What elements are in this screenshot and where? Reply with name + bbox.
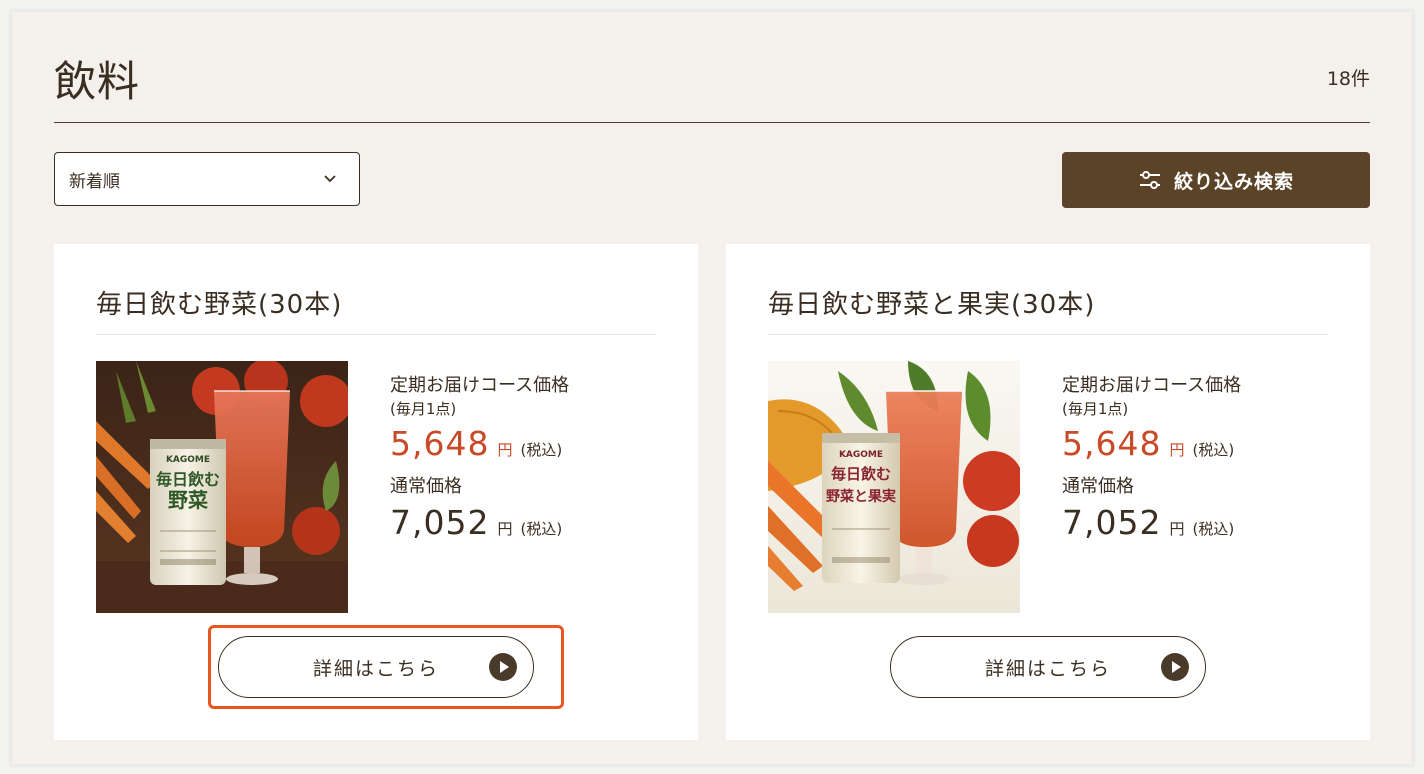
subscription-price: 5,648: [1062, 424, 1162, 463]
subscription-frequency: (毎月1点): [390, 400, 457, 418]
play-arrow-icon: [489, 653, 517, 681]
result-count: 18件: [1326, 68, 1370, 90]
page-frame: 飲料 18件 新着順 絞り込み検索 毎日飲む野菜(30本) KAGOME 毎日飲…: [12, 12, 1412, 764]
svg-text:KAGOME: KAGOME: [166, 455, 210, 465]
subscription-price-label: 定期お届けコース価格: [390, 375, 570, 396]
svg-text:毎日飲む: 毎日飲む: [156, 470, 220, 489]
chevron-down-icon: [324, 175, 336, 183]
yen-unit: 円: [1169, 441, 1185, 459]
play-arrow-icon: [1161, 653, 1189, 681]
regular-price-row: 7,052 円 (税込): [1062, 503, 1241, 542]
details-button-label: 詳細はこちら: [984, 657, 1111, 680]
product-card: 毎日飲む野菜と果実(30本) KAGOME 毎日飲む 野菜と果実 定期お届けコー…: [726, 244, 1370, 740]
svg-text:野菜: 野菜: [168, 488, 208, 512]
subscription-price-label: 定期お届けコース価格: [1062, 375, 1242, 396]
subscription-price: 5,648: [390, 424, 490, 463]
product-card: 毎日飲む野菜(30本) KAGOME 毎日飲む 野菜 定期お届けコース価格 (毎…: [54, 244, 698, 740]
product-image[interactable]: KAGOME 毎日飲む 野菜と果実: [768, 361, 1020, 613]
tax-note: (税込): [520, 441, 563, 459]
subscription-frequency: (毎月1点): [1062, 400, 1129, 418]
details-button[interactable]: 詳細はこちら: [218, 636, 534, 698]
subscription-price-row: 5,648 円 (税込): [390, 424, 569, 463]
sort-select-value: 新着順: [69, 171, 120, 192]
product-name: 毎日飲む野菜(30本): [96, 290, 343, 320]
price-block: 定期お届けコース価格 (毎月1点) 5,648 円 (税込) 通常価格 7,05…: [390, 374, 569, 542]
details-button-label: 詳細はこちら: [312, 657, 439, 680]
filter-search-label: 絞り込み検索: [1173, 170, 1294, 193]
regular-price-label: 通常価格: [390, 476, 462, 497]
tax-note: (税込): [520, 520, 563, 538]
regular-price: 7,052: [1062, 503, 1162, 542]
price-block: 定期お届けコース価格 (毎月1点) 5,648 円 (税込) 通常価格 7,05…: [1062, 374, 1241, 542]
regular-price-row: 7,052 円 (税込): [390, 503, 569, 542]
product-image[interactable]: KAGOME 毎日飲む 野菜: [96, 361, 348, 613]
page-title: 飲料: [54, 57, 141, 106]
yen-unit: 円: [497, 520, 513, 538]
svg-text:野菜と果実: 野菜と果実: [826, 488, 896, 505]
tax-note: (税込): [1192, 520, 1235, 538]
tax-note: (税込): [1192, 441, 1235, 459]
card-divider: [768, 334, 1328, 335]
yen-unit: 円: [497, 441, 513, 459]
filter-search-button[interactable]: 絞り込み検索: [1062, 152, 1370, 208]
yen-unit: 円: [1169, 520, 1185, 538]
title-divider: [54, 122, 1370, 123]
details-button[interactable]: 詳細はこちら: [890, 636, 1206, 698]
regular-price-label: 通常価格: [1062, 476, 1134, 497]
card-divider: [96, 334, 656, 335]
subscription-price-row: 5,648 円 (税込): [1062, 424, 1241, 463]
regular-price: 7,052: [390, 503, 490, 542]
svg-text:毎日飲む: 毎日飲む: [831, 465, 891, 483]
product-name: 毎日飲む野菜と果実(30本): [768, 290, 1096, 320]
svg-text:KAGOME: KAGOME: [839, 450, 883, 460]
sort-select[interactable]: 新着順: [54, 152, 360, 206]
sliders-icon: [1139, 171, 1160, 189]
